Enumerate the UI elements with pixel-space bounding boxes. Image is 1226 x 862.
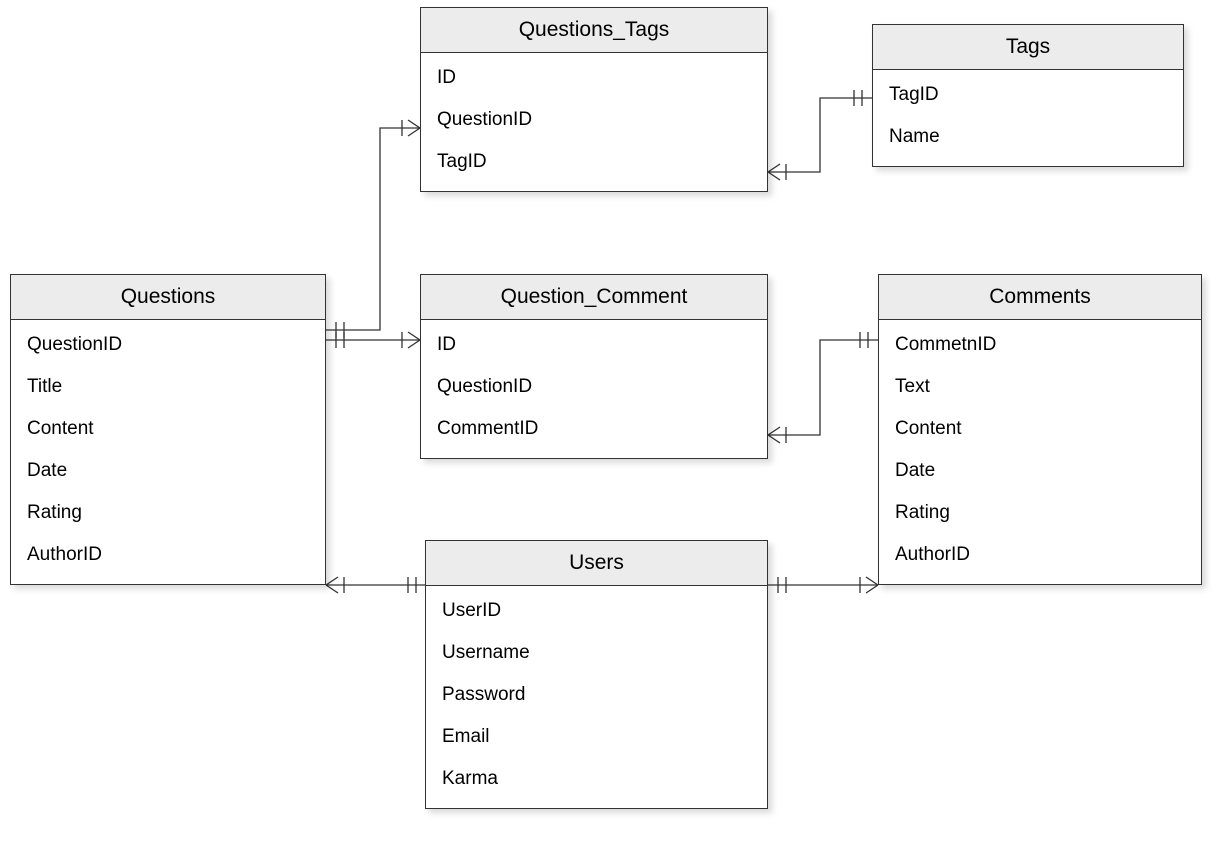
entity-users-body: UserID Username Password Email Karma: [426, 586, 767, 808]
entity-tags-header: Tags: [873, 25, 1183, 70]
er-diagram-canvas: Questions QuestionID Title Content Date …: [0, 0, 1226, 862]
entity-questions-tags-body: ID QuestionID TagID: [421, 53, 767, 191]
entity-comments-header: Comments: [879, 275, 1201, 320]
field-questions-authorid: AuthorID: [11, 534, 325, 576]
field-users-password: Password: [426, 674, 767, 716]
field-question-comment-commentid: CommentID: [421, 408, 767, 450]
entity-users-header: Users: [426, 541, 767, 586]
field-questions-questionid: QuestionID: [11, 324, 325, 366]
entity-questions-body: QuestionID Title Content Date Rating Aut…: [11, 320, 325, 584]
field-users-email: Email: [426, 716, 767, 758]
entity-question-comment-header: Question_Comment: [421, 275, 767, 320]
field-questions-tags-id: ID: [421, 57, 767, 99]
field-tags-name: Name: [873, 116, 1183, 158]
field-comments-content: Content: [879, 408, 1201, 450]
field-comments-rating: Rating: [879, 492, 1201, 534]
entity-users: Users UserID Username Password Email Kar…: [425, 540, 768, 809]
entity-question-comment-body: ID QuestionID CommentID: [421, 320, 767, 458]
entity-question-comment: Question_Comment ID QuestionID CommentID: [420, 274, 768, 459]
field-comments-text: Text: [879, 366, 1201, 408]
field-questions-rating: Rating: [11, 492, 325, 534]
field-question-comment-questionid: QuestionID: [421, 366, 767, 408]
field-question-comment-id: ID: [421, 324, 767, 366]
entity-comments-body: CommetnID Text Content Date Rating Autho…: [879, 320, 1201, 584]
field-questions-tags-tagid: TagID: [421, 141, 767, 183]
entity-questions: Questions QuestionID Title Content Date …: [10, 274, 326, 585]
field-comments-date: Date: [879, 450, 1201, 492]
entity-tags-body: TagID Name: [873, 70, 1183, 166]
entity-tags: Tags TagID Name: [872, 24, 1184, 167]
field-comments-commetnid: CommetnID: [879, 324, 1201, 366]
field-comments-authorid: AuthorID: [879, 534, 1201, 576]
entity-questions-header: Questions: [11, 275, 325, 320]
field-questions-content: Content: [11, 408, 325, 450]
field-users-userid: UserID: [426, 590, 767, 632]
field-questions-date: Date: [11, 450, 325, 492]
entity-comments: Comments CommetnID Text Content Date Rat…: [878, 274, 1202, 585]
field-users-username: Username: [426, 632, 767, 674]
field-questions-tags-questionid: QuestionID: [421, 99, 767, 141]
entity-questions-tags: Questions_Tags ID QuestionID TagID: [420, 7, 768, 192]
field-questions-title: Title: [11, 366, 325, 408]
field-tags-tagid: TagID: [873, 74, 1183, 116]
field-users-karma: Karma: [426, 758, 767, 800]
entity-questions-tags-header: Questions_Tags: [421, 8, 767, 53]
